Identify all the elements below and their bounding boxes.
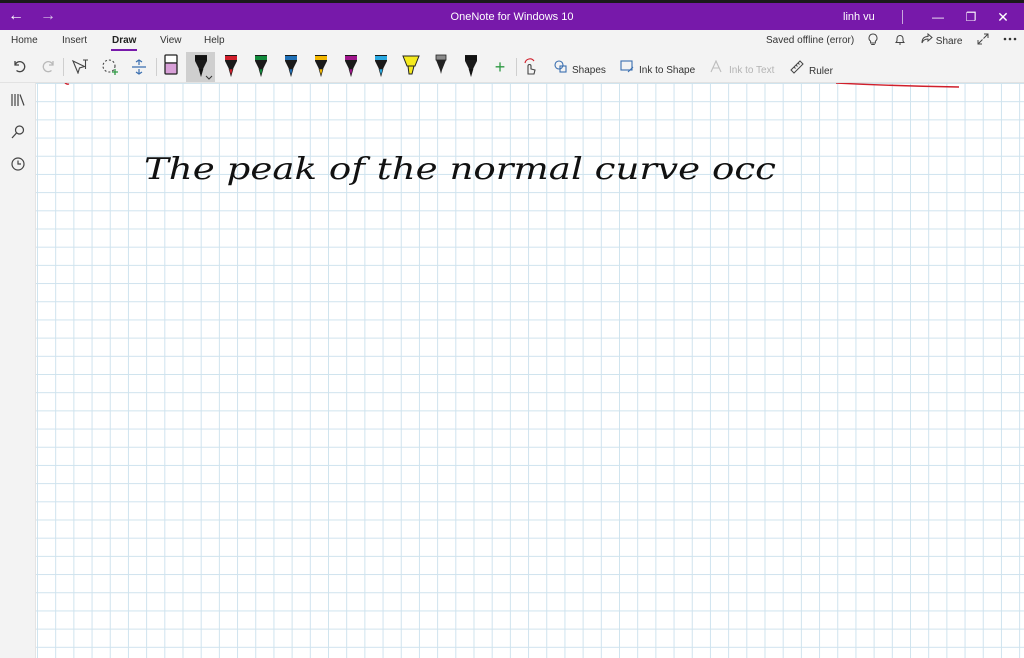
ink-layer: The peak of the normal curve occ (64, 83, 960, 187)
pencil-10-icon[interactable] (435, 54, 447, 74)
pen-2-icon[interactable] (195, 55, 213, 80)
tab-draw[interactable]: Draw (110, 35, 138, 51)
ruler-icon (790, 60, 804, 77)
pen-8-icon[interactable] (375, 55, 387, 78)
share-icon (921, 32, 933, 47)
toolbar-divider (516, 58, 517, 76)
handwritten-note: The peak of the normal curve occ (144, 152, 776, 187)
pen-gallery (164, 54, 477, 80)
red-ink-stroke (835, 83, 960, 88)
pen-7-icon[interactable] (345, 55, 357, 78)
maximize-button[interactable]: ❐ (956, 7, 986, 27)
share-button[interactable]: Share (921, 32, 963, 47)
onenote-window: ← → OneNote for Windows 10 linh vu — ❐ ✕… (0, 0, 1024, 658)
pen-3-icon[interactable] (225, 55, 237, 78)
shapes-icon (554, 60, 567, 76)
expand-icon[interactable] (977, 33, 989, 48)
tab-insert[interactable]: Insert (62, 35, 87, 46)
ink-to-text-button[interactable]: Ink to Text (710, 59, 775, 76)
ink-to-shape-icon (620, 60, 634, 76)
pen-6-icon[interactable] (315, 55, 327, 78)
draw-toolbar: + Shapes Ink to Shape Ink to Text Ruler (0, 52, 1024, 83)
tab-home[interactable]: Home (11, 35, 38, 46)
minimize-button[interactable]: — (923, 7, 953, 27)
shapes-button[interactable]: Shapes (554, 60, 606, 76)
left-nav-pane (0, 83, 36, 658)
more-options-icon[interactable] (1003, 33, 1017, 48)
share-label: Share (935, 36, 963, 47)
ink-to-shape-label: Ink to Shape (639, 65, 696, 76)
close-button[interactable]: ✕ (988, 7, 1018, 27)
sync-status[interactable]: Saved offline (error) (766, 35, 854, 46)
pen-5-icon[interactable] (285, 55, 297, 78)
recent-notes-icon[interactable] (9, 156, 27, 174)
ink-to-text-icon (710, 59, 724, 76)
title-bar: ← → OneNote for Windows 10 linh vu — ❐ ✕ (0, 0, 1024, 30)
ribbon-tabs: Home Insert Draw View Help Saved offline… (0, 30, 1024, 52)
title-divider (902, 10, 903, 24)
add-pen-icon[interactable]: + (491, 58, 509, 76)
ink-to-shape-button[interactable]: Ink to Shape (620, 60, 695, 76)
red-ink-stroke (64, 83, 70, 85)
ruler-button[interactable]: Ruler (790, 60, 833, 77)
pen-4-icon[interactable] (255, 55, 267, 78)
notebooks-icon[interactable] (9, 92, 27, 110)
note-canvas[interactable]: The peak of the normal curve occ (36, 83, 1024, 658)
ruler-label: Ruler (809, 66, 833, 77)
tab-help[interactable]: Help (204, 35, 225, 46)
touch-drawing-icon[interactable] (522, 58, 540, 76)
bell-icon[interactable] (894, 33, 906, 49)
tab-view[interactable]: View (160, 35, 182, 46)
ink-to-text-label: Ink to Text (729, 65, 775, 76)
highlighter-9-icon[interactable] (402, 55, 420, 75)
shapes-label: Shapes (572, 65, 606, 76)
eraser-1-icon[interactable] (164, 54, 178, 75)
lightbulb-icon[interactable] (867, 33, 879, 49)
search-icon[interactable] (9, 124, 27, 142)
pen-11-icon[interactable] (465, 55, 477, 78)
user-name[interactable]: linh vu (843, 11, 875, 23)
